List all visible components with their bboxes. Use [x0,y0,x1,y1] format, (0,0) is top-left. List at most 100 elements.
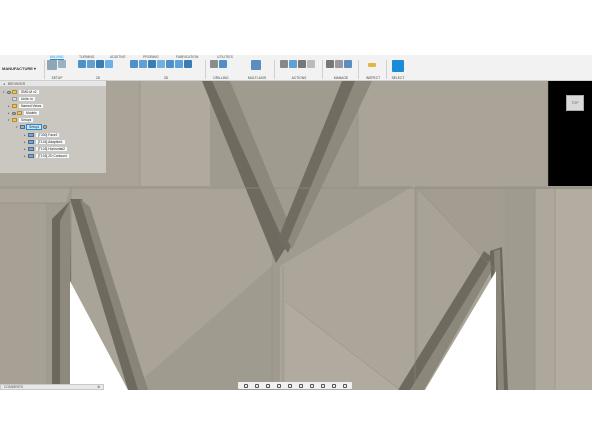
viewcube[interactable]: TOP [566,95,584,111]
expand-icon[interactable]: ▸ [8,111,11,115]
refresh-icon[interactable] [342,383,347,388]
setup-sheet-icon[interactable] [307,60,315,68]
contour-3d-icon[interactable] [166,60,174,68]
viewports-icon[interactable] [320,383,325,388]
folder-icon [12,118,17,122]
viewcube-face-label: TOP [571,101,579,105]
adaptive-operation-icon [28,140,34,144]
new-setup-icon[interactable] [58,60,66,68]
expand-icon[interactable]: ▸ [24,147,27,151]
tree-models[interactable]: ▸ Models [8,110,40,116]
fit-icon[interactable] [287,383,292,388]
tree-operation-label: [T104] Adaptive1 [35,139,66,145]
expand-icon[interactable]: ▸ [24,133,27,137]
tree-operation[interactable]: ▸ [T103] Horizontal2 [24,146,68,152]
tree-setup1[interactable]: ▾ Setup1 [16,124,48,130]
pocket-icon[interactable] [96,60,104,68]
inspect-group: INSPECT [362,59,384,80]
tree-named-views-label: Named Views [18,103,45,109]
multi-axis-group: MULTI-AXIS [243,59,271,80]
generate-icon[interactable] [280,60,288,68]
navigation-bar [238,382,352,389]
face-operation-icon [28,133,34,137]
pan-icon[interactable] [265,383,270,388]
divider [44,60,45,79]
horizontal-icon[interactable] [175,60,183,68]
expand-icon[interactable]: ▸ [24,154,27,158]
workspace-switcher[interactable]: MANUFACTURE ▾ [2,62,44,74]
drilling-menu[interactable]: DRILLING [209,76,233,80]
divider [358,60,359,79]
simulate-icon[interactable] [289,60,297,68]
visibility-icon[interactable] [12,111,16,115]
comments-label: COMMENTS [4,385,24,389]
grid-settings-icon[interactable] [309,383,314,388]
collapse-icon[interactable]: ◂ [3,82,5,86]
face-icon[interactable] [78,60,86,68]
drill-icon[interactable] [210,60,218,68]
tree-operation[interactable]: ▸ [T103] 2D Contour4 [24,153,70,159]
tool-library-icon[interactable] [326,60,334,68]
post-process-icon[interactable] [298,60,306,68]
machine-library-icon[interactable] [344,60,352,68]
multi-axis-menu[interactable]: MULTI-AXIS [243,76,271,80]
chevron-down-icon: ▾ [33,65,36,71]
actions-menu[interactable]: ACTIONS [280,76,318,80]
select-arrow-icon[interactable] [392,60,404,72]
manage-group: MANAGE [326,59,356,80]
browser-title: BROWSER [7,81,26,86]
canvas-viewport[interactable]: ◂ BROWSER ▾ SMD-M v2 Units: in ▸ Named V… [0,81,592,390]
adaptive-2d-icon[interactable] [87,60,95,68]
setup-menu[interactable]: SETUP [46,76,68,80]
ribbon-toolbar: MANUFACTURE ▾ MILLING TURNING ADDITIVE P… [0,55,592,81]
visibility-icon[interactable] [7,90,11,94]
three-d-menu[interactable]: 3D [130,76,202,80]
activate-icon[interactable] [43,125,48,129]
select-group: SELECT [388,59,408,80]
setup-icon[interactable] [47,60,57,70]
look-at-icon[interactable] [254,383,259,388]
adaptive-clearing-icon[interactable] [130,60,138,68]
parallel-icon[interactable] [184,60,192,68]
tree-operation-label: [T330] Face2 [35,132,61,138]
expand-icon[interactable]: ▾ [16,125,19,129]
measure-icon[interactable] [368,63,376,67]
tree-operation[interactable]: ▸ [T330] Face2 [24,132,61,138]
multi-axis-icon[interactable] [251,60,261,70]
tree-root-label: SMD-M v2 [18,89,40,95]
add-comment-icon[interactable]: ⊕ [97,385,100,389]
tree-root[interactable]: ▾ SMD-M v2 [3,89,40,95]
horizontal-operation-icon [28,147,34,151]
hole-recognition-icon[interactable] [219,60,227,68]
inspect-menu[interactable]: INSPECT [362,76,384,80]
pocket-clearing-icon[interactable] [139,60,147,68]
two-d-group: 2D [78,59,118,80]
steep-shallow-icon[interactable] [148,60,156,68]
scallop-icon[interactable] [157,60,165,68]
expand-icon[interactable]: ▸ [8,104,11,108]
comments-panel[interactable]: COMMENTS ⊕ [0,384,104,390]
document-icon [12,90,17,94]
tree-named-views[interactable]: ▸ Named Views [8,103,45,109]
template-library-icon[interactable] [335,60,343,68]
display-settings-icon[interactable] [298,383,303,388]
setup-group: SETUP [46,59,68,80]
camera-icon[interactable] [331,383,336,388]
manage-menu[interactable]: MANAGE [326,76,356,80]
select-menu[interactable]: SELECT [388,76,408,80]
divider [274,60,275,79]
tree-units[interactable]: Units: in [12,96,36,102]
expand-icon[interactable]: ▾ [8,118,11,122]
tree-setups[interactable]: ▾ Setups [8,117,35,123]
browser-panel: ◂ BROWSER ▾ SMD-M v2 Units: in ▸ Named V… [0,81,106,173]
tree-operation[interactable]: ▸ [T104] Adaptive1 [24,139,66,145]
browser-header[interactable]: ◂ BROWSER [0,81,106,87]
orbit-icon[interactable] [243,383,248,388]
expand-icon[interactable]: ▸ [24,140,27,144]
tree-models-label: Models [23,110,40,116]
actions-group: ACTIONS [280,59,318,80]
contour-2d-icon[interactable] [105,60,113,68]
zoom-icon[interactable] [276,383,281,388]
two-d-menu[interactable]: 2D [78,76,118,80]
expand-icon[interactable]: ▾ [3,90,6,94]
